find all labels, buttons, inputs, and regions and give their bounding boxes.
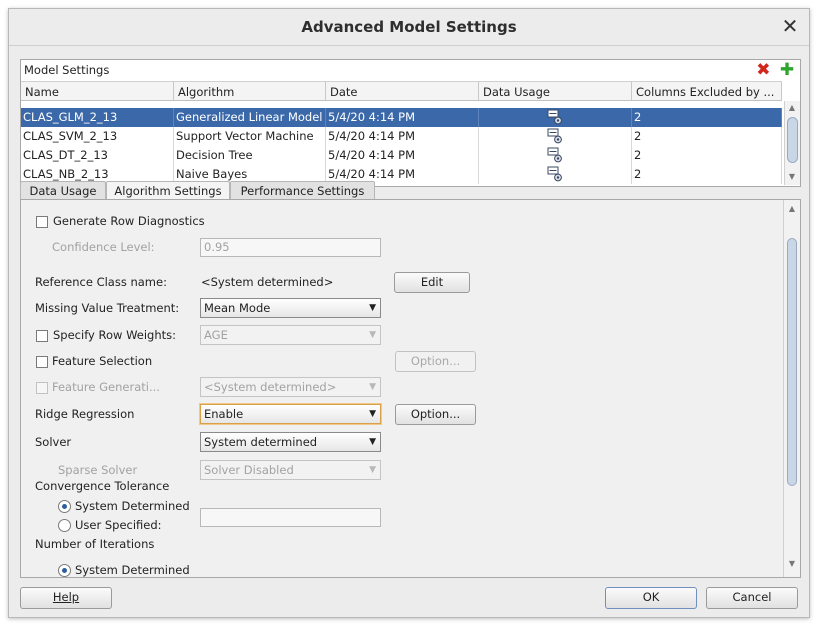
cell-data-usage[interactable] [479, 127, 632, 146]
column-header-algorithm[interactable]: Algorithm [174, 81, 326, 101]
data-usage-icon[interactable] [547, 109, 563, 125]
ridge-regression-option-button[interactable]: Option... [395, 404, 476, 425]
sparse-solver-label: Sparse Solver [58, 463, 138, 477]
title-bar: Advanced Model Settings ✕ [9, 9, 809, 46]
cell-data-usage[interactable] [479, 108, 632, 127]
solver-select[interactable]: System determined ▼ [200, 432, 381, 452]
cell-name: CLAS_DT_2_13 [21, 146, 174, 165]
chevron-down-icon: ▼ [369, 465, 376, 475]
tab-algorithm-settings[interactable]: Algorithm Settings [106, 181, 230, 201]
convergence-system-determined-radio[interactable] [58, 500, 71, 513]
ok-button[interactable]: OK [605, 587, 697, 609]
chevron-down-icon: ▼ [369, 303, 376, 313]
generate-row-diagnostics-checkbox[interactable] [36, 216, 48, 228]
sparse-solver-value: Solver Disabled [204, 463, 294, 477]
scroll-down-icon[interactable]: ▼ [786, 171, 798, 183]
confidence-level-field[interactable]: 0.95 [200, 238, 381, 257]
cell-excluded: 2 [632, 146, 782, 165]
solver-label: Solver [35, 435, 72, 449]
chevron-down-icon: ▼ [369, 330, 376, 340]
table-row[interactable]: CLAS_DT_2_13 Decision Tree 5/4/20 4:14 P… [21, 146, 782, 165]
advanced-model-settings-dialog: Advanced Model Settings ✕ Model Settings… [8, 8, 810, 618]
tab-performance-settings[interactable]: Performance Settings [230, 181, 375, 200]
cell-date: 5/4/20 4:14 PM [326, 108, 479, 127]
missing-value-treatment-value: Mean Mode [204, 301, 271, 315]
model-settings-panel: Model Settings ✖ ✚ Name Algorithm Date D… [20, 59, 801, 187]
edit-reference-class-button[interactable]: Edit [394, 272, 470, 293]
generate-row-diagnostics-label: Generate Row Diagnostics [53, 214, 205, 228]
scroll-down-icon[interactable]: ▼ [786, 558, 798, 570]
chevron-down-icon: ▼ [369, 409, 376, 419]
settings-vertical-scrollbar[interactable]: ▲ ▼ [783, 200, 800, 577]
convergence-tolerance-label: Convergence Tolerance [35, 479, 170, 493]
algorithm-settings-panel: Generate Row Diagnostics Confidence Leve… [20, 199, 801, 578]
column-header-data-usage[interactable]: Data Usage [479, 81, 632, 101]
dialog-title: Advanced Model Settings [301, 18, 517, 36]
ridge-regression-value: Enable [204, 407, 244, 421]
convergence-system-determined-label: System Determined [75, 499, 190, 513]
missing-value-treatment-select[interactable]: Mean Mode ▼ [200, 298, 381, 318]
tab-data-usage[interactable]: Data Usage [20, 181, 106, 200]
cell-data-usage[interactable] [479, 165, 632, 184]
feature-generation-checkbox[interactable] [36, 382, 48, 394]
chevron-down-icon: ▼ [369, 437, 376, 447]
feature-generation-select[interactable]: <System determined> ▼ [200, 377, 381, 397]
cell-excluded: 2 [632, 165, 782, 184]
ridge-regression-label: Ridge Regression [35, 407, 135, 421]
feature-generation-label: Feature Generati... [52, 380, 160, 394]
cell-date: 5/4/20 4:14 PM [326, 146, 479, 165]
cell-name: CLAS_GLM_2_13 [21, 108, 174, 127]
feature-selection-checkbox[interactable] [36, 356, 48, 368]
cell-excluded: 2 [632, 127, 782, 146]
cell-algorithm: Support Vector Machine [174, 127, 326, 146]
chevron-down-icon: ▼ [369, 382, 376, 392]
scroll-up-icon[interactable]: ▲ [786, 102, 798, 114]
scroll-up-icon[interactable]: ▲ [786, 203, 798, 215]
cell-algorithm: Generalized Linear Model [174, 108, 326, 127]
grid-scroll-thumb[interactable] [787, 117, 798, 163]
feature-selection-option-button[interactable]: Option... [395, 351, 476, 372]
missing-value-treatment-label: Missing Value Treatment: [35, 301, 180, 315]
cell-name: CLAS_SVM_2_13 [21, 127, 174, 146]
specify-row-weights-label: Specify Row Weights: [53, 328, 177, 342]
help-button[interactable]: Help [20, 587, 112, 609]
reference-class-label: Reference Class name: [35, 275, 167, 289]
reference-class-value: <System determined> [201, 275, 334, 289]
delete-icon[interactable]: ✖ [754, 61, 772, 79]
cell-excluded: 2 [632, 108, 782, 127]
confidence-level-label: Confidence Level: [52, 240, 155, 254]
feature-generation-value: <System determined> [204, 380, 337, 394]
cell-date: 5/4/20 4:14 PM [326, 127, 479, 146]
sparse-solver-select[interactable]: Solver Disabled ▼ [200, 460, 381, 480]
data-usage-icon[interactable] [547, 128, 563, 144]
iterations-system-determined-radio[interactable] [58, 564, 71, 577]
table-row[interactable]: CLAS_SVM_2_13 Support Vector Machine 5/4… [21, 127, 782, 146]
cancel-button[interactable]: Cancel [706, 587, 798, 609]
data-usage-icon[interactable] [547, 147, 563, 163]
add-icon[interactable]: ✚ [778, 61, 796, 79]
column-header-columns-excluded[interactable]: Columns Excluded by ... [632, 81, 782, 101]
help-button-label: Help [52, 590, 80, 604]
cell-algorithm: Decision Tree [174, 146, 326, 165]
table-row[interactable]: CLAS_GLM_2_13 Generalized Linear Model 5… [21, 108, 782, 127]
model-settings-title: Model Settings [24, 63, 110, 77]
convergence-user-specified-radio[interactable] [58, 519, 71, 532]
row-weights-select[interactable]: AGE ▼ [200, 325, 381, 345]
ridge-regression-select[interactable]: Enable ▼ [200, 404, 381, 424]
close-icon[interactable]: ✕ [779, 15, 801, 37]
solver-value: System determined [204, 435, 318, 449]
feature-selection-label: Feature Selection [52, 354, 153, 368]
specify-row-weights-checkbox[interactable] [36, 330, 48, 342]
column-header-date[interactable]: Date [326, 81, 479, 101]
number-of-iterations-label: Number of Iterations [35, 537, 155, 551]
row-weights-value: AGE [204, 328, 228, 342]
cell-data-usage[interactable] [479, 146, 632, 165]
iterations-system-determined-label: System Determined [75, 563, 190, 577]
convergence-tolerance-field[interactable] [200, 508, 381, 527]
data-usage-icon[interactable] [547, 166, 563, 182]
settings-scroll-thumb[interactable] [787, 238, 797, 486]
grid-vertical-scrollbar[interactable]: ▲ ▼ [784, 101, 800, 185]
column-header-name[interactable]: Name [21, 81, 174, 101]
convergence-user-specified-label: User Specified: [75, 518, 162, 532]
